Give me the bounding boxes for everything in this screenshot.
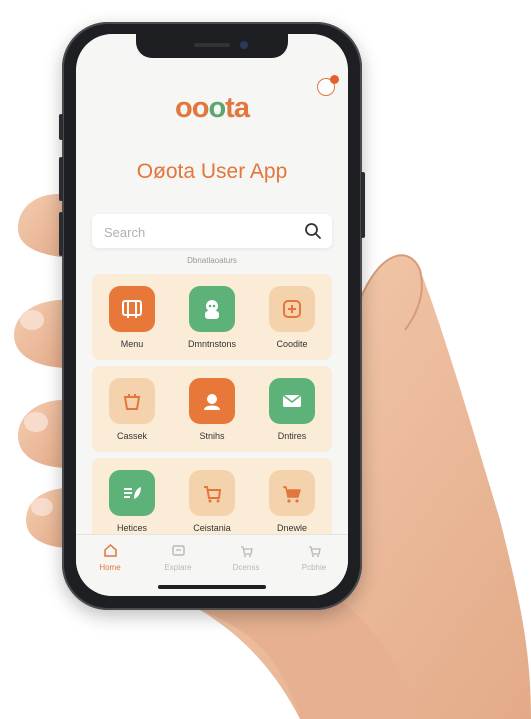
basket-icon	[109, 378, 155, 424]
menu-icon	[109, 286, 155, 332]
cart-icon	[269, 470, 315, 516]
nav-label: Pcbhie	[301, 563, 327, 572]
tile-coodite[interactable]: Coodite	[252, 274, 332, 360]
phone-screen: ooota Oøota User App Dbnatlaoaturs Menu …	[76, 34, 348, 596]
grid-row-3: Hetices Ceistania Dnewle	[92, 458, 332, 544]
robot-icon	[189, 286, 235, 332]
tile-label: Dnewle	[276, 523, 307, 533]
page-title: Oøota User App	[136, 160, 288, 183]
tile-label: Cassek	[116, 431, 147, 441]
nav-label: Dcenss	[232, 563, 260, 572]
notification-dot	[330, 75, 339, 84]
tile-label: Ceistania	[193, 523, 231, 533]
tile-menu[interactable]: Menu	[92, 274, 172, 360]
ticket-icon	[269, 378, 315, 424]
tile-stnihs[interactable]: Stnihs	[172, 366, 252, 452]
app-logo: ooota	[76, 92, 348, 125]
grid-row-2: Cassek Stnihs Dntires	[92, 366, 332, 452]
home-icon	[104, 543, 117, 557]
nav-home[interactable]: Home	[76, 543, 144, 583]
logo-part-mid: o	[208, 92, 226, 124]
logo-part-b: ta	[225, 92, 250, 124]
home-indicator	[158, 585, 266, 589]
search-bar[interactable]	[92, 214, 332, 248]
basket-nav-icon	[241, 546, 253, 557]
tile-dmntnstons[interactable]: Dmntnstons	[172, 274, 252, 360]
tile-label: Stnihs	[199, 431, 225, 441]
notch	[136, 34, 288, 58]
tile-label: Menu	[120, 339, 144, 349]
grid-row-1: Menu Dmntnstons Coodite	[92, 274, 332, 360]
search-input[interactable]	[102, 221, 296, 243]
nav-label: Home	[99, 563, 121, 572]
leaf-list-icon	[109, 470, 155, 516]
cart-box-icon	[189, 470, 235, 516]
logo-part-a: oo	[175, 92, 209, 124]
section-label: Dbnatlaoaturs	[187, 256, 237, 265]
tile-hetices[interactable]: Hetices	[92, 458, 172, 544]
nav-explore[interactable]: Explare	[144, 543, 212, 583]
nav-label: Explare	[164, 563, 192, 572]
tile-label: Dmntnstons	[187, 339, 237, 349]
tile-ceistania[interactable]: Ceistania	[172, 458, 252, 544]
tile-label: Hetices	[116, 523, 147, 533]
stamp-icon	[269, 286, 315, 332]
speaker	[194, 43, 230, 47]
nav-pcbhie[interactable]: Pcbhie	[280, 543, 348, 583]
search-icon[interactable]	[304, 222, 322, 240]
tile-label: Coodite	[276, 339, 308, 349]
support-icon	[189, 378, 235, 424]
tile-label: Dntires	[277, 431, 307, 441]
tile-cassek[interactable]: Cassek	[92, 366, 172, 452]
cart-nav-icon	[309, 546, 321, 557]
tile-dnewle[interactable]: Dnewle	[252, 458, 332, 544]
tile-dntires[interactable]: Dntires	[252, 366, 332, 452]
nav-dcenss[interactable]: Dcenss	[212, 543, 280, 583]
explore-icon	[172, 545, 185, 556]
camera	[240, 41, 248, 49]
